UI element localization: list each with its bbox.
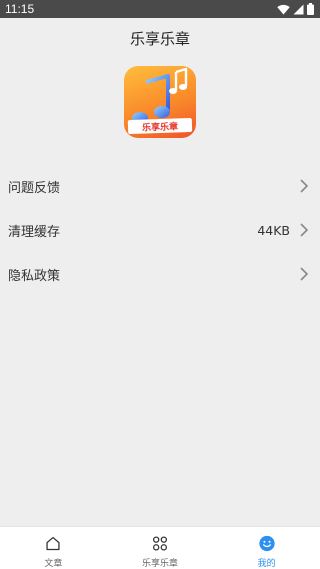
smiley-icon [259,535,275,552]
battery-icon [307,3,314,15]
menu-item-clear-cache[interactable]: 清理缓存 44KB [0,208,320,252]
tab-articles[interactable]: 文章 [0,527,107,569]
menu-item-label: 隐私政策 [8,268,61,284]
chevron-right-icon [300,267,309,281]
settings-menu: 问题反馈 清理缓存 44KB 隐私政策 [0,164,320,296]
status-bar: 11:15 [0,0,320,18]
signal-icon [293,4,304,14]
menu-item-label: 清理缓存 [8,224,61,240]
chevron-right-icon [300,223,309,237]
app-logo: 乐享乐章 [124,66,196,138]
menu-item-feedback[interactable]: 问题反馈 [0,164,320,208]
page-title: 乐享乐章 [129,30,190,48]
chevron-right-icon [300,179,309,193]
tab-music[interactable]: 乐享乐章 [107,527,214,569]
menu-item-privacy-policy[interactable]: 隐私政策 [0,252,320,296]
cache-size-value: 44KB [257,222,290,238]
tab-label: 文章 [44,559,63,569]
home-icon [46,536,60,551]
status-time: 11:15 [5,2,35,16]
tab-mine[interactable]: 我的 [213,527,320,569]
logo-banner-text: 乐享乐章 [127,117,193,135]
wifi-icon [277,4,290,14]
tab-label: 我的 [257,559,276,569]
bottom-tab-bar: 文章 乐享乐章 我的 [0,526,320,569]
grid-clover-icon [152,536,168,551]
status-icons [277,3,314,15]
menu-item-label: 问题反馈 [8,180,61,196]
tab-label: 乐享乐章 [142,559,179,569]
